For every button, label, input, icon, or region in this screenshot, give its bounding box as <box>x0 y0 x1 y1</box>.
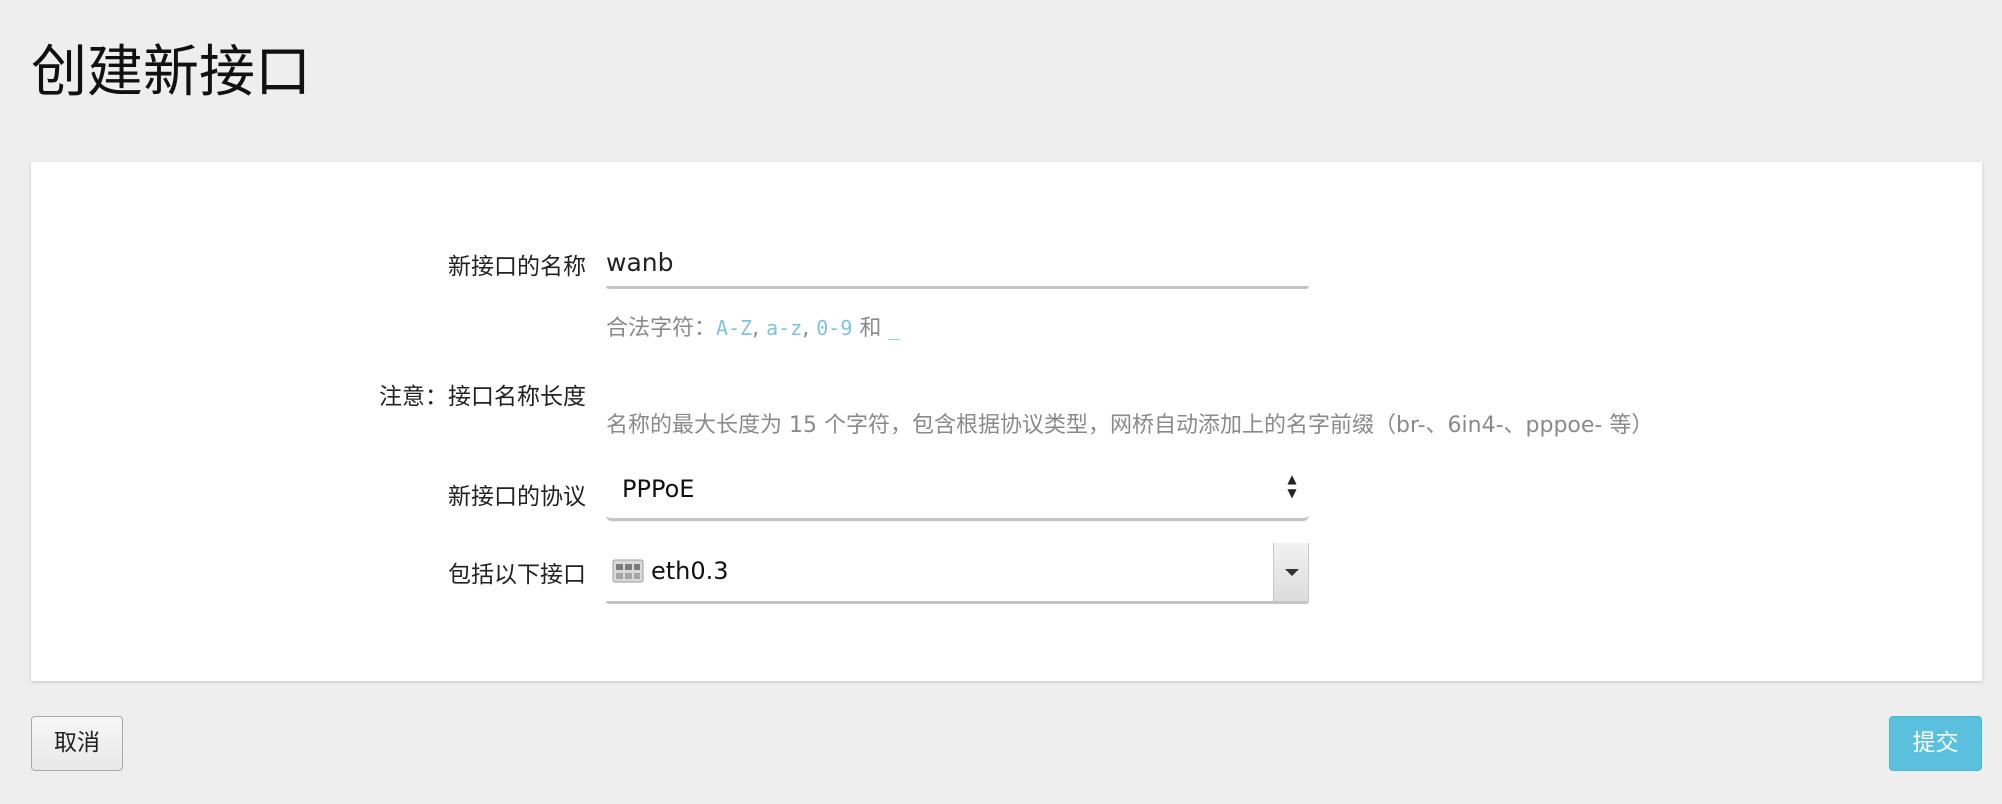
page: 创建新接口 新接口的名称 wanb 合法字符：A-Z, a-z, 0-9 和 _… <box>0 0 2002 804</box>
protocol-select-value: PPPoE <box>622 475 695 503</box>
caret-down-icon <box>1285 569 1299 576</box>
protocol-select[interactable]: PPPoE ▲ ▼ <box>606 466 1309 521</box>
name-length-note-text: 名称的最大长度为 15 个字符，包含根据协议类型，网桥自动添加上的名字前缀（br… <box>606 413 1654 438</box>
hint-separator: , <box>752 316 767 341</box>
up-down-arrows-icon: ▲ ▼ <box>1287 472 1297 500</box>
cancel-button[interactable]: 取消 <box>31 716 123 771</box>
interfaces-dropdown-value: eth0.3 <box>651 557 729 585</box>
ethernet-port-icon <box>612 557 644 585</box>
hint-code-uppercase: A-Z <box>716 316 753 340</box>
interfaces-dropdown[interactable]: eth0.3 <box>606 543 1309 604</box>
interface-name-value: wanb <box>606 248 674 277</box>
form-card: 新接口的名称 wanb 合法字符：A-Z, a-z, 0-9 和 _ 注意：接口… <box>31 162 1982 681</box>
protocol-label: 新接口的协议 <box>448 484 586 510</box>
interface-name-label: 新接口的名称 <box>448 254 586 280</box>
include-interfaces-label: 包括以下接口 <box>448 562 586 588</box>
page-title: 创建新接口 <box>31 40 311 105</box>
submit-button[interactable]: 提交 <box>1889 716 1982 771</box>
hint-code-lowercase: a-z <box>766 316 803 340</box>
interface-name-hint: 合法字符：A-Z, a-z, 0-9 和 _ <box>606 312 900 345</box>
dropdown-toggle-button[interactable] <box>1273 543 1309 601</box>
name-length-note-label: 注意：接口名称长度 <box>379 384 586 410</box>
hint-prefix: 合法字符： <box>606 316 717 341</box>
interface-name-input[interactable]: wanb <box>606 242 1309 289</box>
hint-separator: , <box>802 316 817 341</box>
hint-code-underscore: _ <box>888 316 901 340</box>
hint-and: 和 <box>852 316 889 341</box>
hint-code-digits: 0-9 <box>816 316 853 340</box>
